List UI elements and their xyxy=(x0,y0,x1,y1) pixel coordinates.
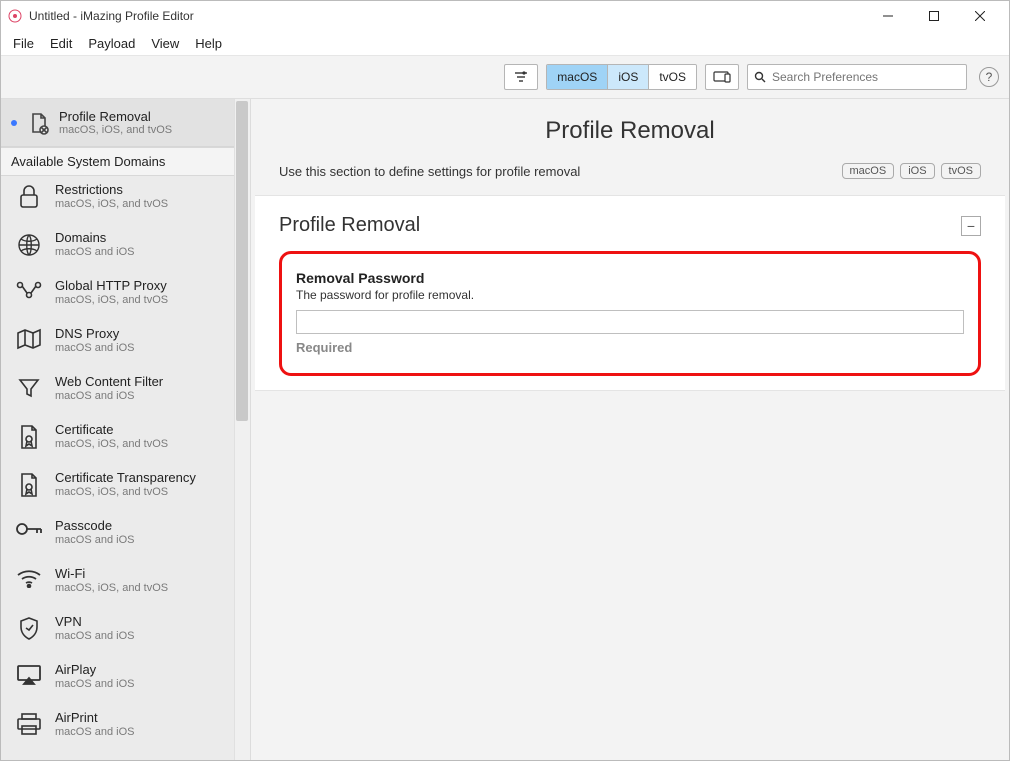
sidebar-item-sub: macOS, iOS, and tvOS xyxy=(55,582,168,594)
page-title: Profile Removal xyxy=(251,99,1009,155)
menu-view[interactable]: View xyxy=(145,34,185,53)
field-label: Removal Password xyxy=(296,270,964,286)
menu-payload[interactable]: Payload xyxy=(82,34,141,53)
sidebar-item-label: Passcode xyxy=(55,518,134,533)
os-chips: macOS iOS tvOS xyxy=(842,163,981,179)
sidebar-item-label: Wi-Fi xyxy=(55,566,168,581)
sidebar: Profile Removal macOS, iOS, and tvOS Ava… xyxy=(1,99,251,760)
sidebar-item-label: AirPlay xyxy=(55,662,134,677)
profile-removal-icon xyxy=(25,111,53,135)
sidebar-item-sub: macOS and iOS xyxy=(55,390,163,402)
window-title: Untitled - iMazing Profile Editor xyxy=(29,9,194,23)
search-input[interactable] xyxy=(770,69,960,85)
sidebar-item-label: DNS Proxy xyxy=(55,326,134,341)
sidebar-section-header: Available System Domains xyxy=(1,147,234,176)
domain-list: RestrictionsmacOS, iOS, and tvOSDomainsm… xyxy=(1,176,234,752)
sidebar-item-sub: macOS and iOS xyxy=(55,534,134,546)
removal-password-input[interactable] xyxy=(296,310,964,334)
airplay-icon xyxy=(15,662,43,686)
key-icon xyxy=(15,518,43,538)
lock-icon xyxy=(15,182,43,210)
cert-icon xyxy=(15,470,43,498)
sidebar-item-sub: macOS, iOS, and tvOS xyxy=(55,198,168,210)
os-chip-tvos: tvOS xyxy=(941,163,981,179)
field-description: The password for profile removal. xyxy=(296,288,964,302)
sidebar-item-label: AirPrint xyxy=(55,710,134,725)
app-window: Untitled - iMazing Profile Editor File E… xyxy=(0,0,1010,761)
shield-icon xyxy=(15,614,43,642)
sidebar-item-airprint[interactable]: AirPrintmacOS and iOS xyxy=(1,704,234,752)
search-icon xyxy=(754,71,766,83)
main-area: Profile Removal Use this section to defi… xyxy=(251,99,1009,760)
network-icon xyxy=(15,278,43,300)
wifi-icon xyxy=(15,566,43,588)
funnel-icon xyxy=(15,374,43,400)
search-box[interactable] xyxy=(747,64,967,90)
settings-card: Profile Removal − Removal Password The p… xyxy=(255,195,1005,391)
titlebar: Untitled - iMazing Profile Editor xyxy=(1,1,1009,31)
filter-button[interactable] xyxy=(504,64,538,90)
minimize-button[interactable] xyxy=(865,1,911,31)
sidebar-item-sub: macOS and iOS xyxy=(55,630,134,642)
close-button[interactable] xyxy=(957,1,1003,31)
sidebar-item-passcode[interactable]: PasscodemacOS and iOS xyxy=(1,512,234,560)
sidebar-item-sub: macOS, iOS, and tvOS xyxy=(55,438,168,450)
selected-payload-name: Profile Removal xyxy=(59,109,172,124)
collapse-button[interactable]: − xyxy=(961,216,981,236)
active-dot xyxy=(11,120,17,126)
app-icon xyxy=(7,8,23,24)
selected-payload[interactable]: Profile Removal macOS, iOS, and tvOS xyxy=(1,99,234,147)
platform-ios[interactable]: iOS xyxy=(608,65,649,89)
sidebar-item-label: Domains xyxy=(55,230,134,245)
page-description: Use this section to define settings for … xyxy=(279,164,842,179)
sidebar-item-sub: macOS and iOS xyxy=(55,726,134,738)
platform-tvos[interactable]: tvOS xyxy=(649,65,696,89)
sidebar-item-airplay[interactable]: AirPlaymacOS and iOS xyxy=(1,656,234,704)
sidebar-item-certificate-transparency[interactable]: Certificate TransparencymacOS, iOS, and … xyxy=(1,464,234,512)
menu-help[interactable]: Help xyxy=(189,34,228,53)
card-title: Profile Removal xyxy=(279,214,961,237)
field-highlight: Removal Password The password for profil… xyxy=(279,251,981,376)
sidebar-item-sub: macOS, iOS, and tvOS xyxy=(55,294,168,306)
device-button[interactable] xyxy=(705,64,739,90)
menubar: File Edit Payload View Help xyxy=(1,31,1009,55)
sidebar-item-sub: macOS and iOS xyxy=(55,246,134,258)
sidebar-item-wifi[interactable]: Wi-FimacOS, iOS, and tvOS xyxy=(1,560,234,608)
sidebar-item-restrictions[interactable]: RestrictionsmacOS, iOS, and tvOS xyxy=(1,176,234,224)
sidebar-item-dns-proxy[interactable]: DNS ProxymacOS and iOS xyxy=(1,320,234,368)
help-button[interactable]: ? xyxy=(979,67,999,87)
sidebar-item-label: Certificate Transparency xyxy=(55,470,196,485)
os-chip-ios: iOS xyxy=(900,163,934,179)
sidebar-item-label: Web Content Filter xyxy=(55,374,163,389)
sidebar-item-label: VPN xyxy=(55,614,134,629)
sidebar-item-domains[interactable]: DomainsmacOS and iOS xyxy=(1,224,234,272)
globe-icon xyxy=(15,230,43,258)
platform-filter: macOS iOS tvOS xyxy=(546,64,697,90)
cert-icon xyxy=(15,422,43,450)
sidebar-item-certificate[interactable]: CertificatemacOS, iOS, and tvOS xyxy=(1,416,234,464)
os-chip-macos: macOS xyxy=(842,163,895,179)
sidebar-item-sub: macOS and iOS xyxy=(55,678,134,690)
field-required-note: Required xyxy=(296,340,964,355)
sidebar-item-label: Certificate xyxy=(55,422,168,437)
sidebar-item-web-content-filter[interactable]: Web Content FiltermacOS and iOS xyxy=(1,368,234,416)
platform-macos[interactable]: macOS xyxy=(547,65,608,89)
sidebar-item-label: Global HTTP Proxy xyxy=(55,278,168,293)
sidebar-item-label: Restrictions xyxy=(55,182,168,197)
sidebar-item-global-http-proxy[interactable]: Global HTTP ProxymacOS, iOS, and tvOS xyxy=(1,272,234,320)
map-icon xyxy=(15,326,43,350)
sidebar-item-sub: macOS, iOS, and tvOS xyxy=(55,486,196,498)
selected-payload-sub: macOS, iOS, and tvOS xyxy=(59,124,172,136)
toolbar: macOS iOS tvOS ? xyxy=(1,55,1009,99)
menu-file[interactable]: File xyxy=(7,34,40,53)
sidebar-item-sub: macOS and iOS xyxy=(55,342,134,354)
sidebar-item-vpn[interactable]: VPNmacOS and iOS xyxy=(1,608,234,656)
menu-edit[interactable]: Edit xyxy=(44,34,78,53)
printer-icon xyxy=(15,710,43,736)
maximize-button[interactable] xyxy=(911,1,957,31)
